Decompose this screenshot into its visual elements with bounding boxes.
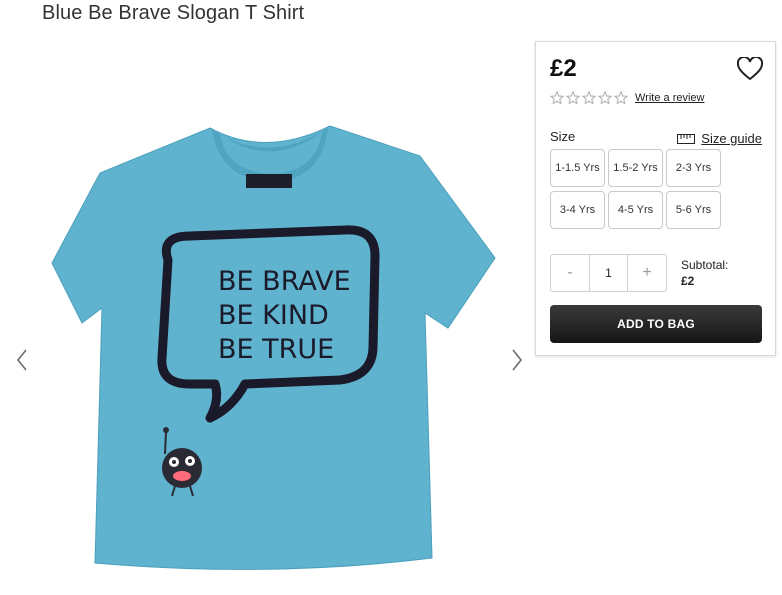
shirt-slogan-line-3: BE TRUE (218, 334, 334, 365)
size-guide-link[interactable]: Size guide (677, 131, 762, 146)
size-options: 1-1.5 Yrs 1.5-2 Yrs 2-3 Yrs 3-4 Yrs 4-5 … (550, 149, 726, 233)
star-icon[interactable] (598, 91, 612, 105)
star-icon[interactable] (566, 91, 580, 105)
chevron-left-icon (17, 349, 27, 371)
ruler-icon (677, 133, 696, 144)
quantity-increase-button[interactable]: + (628, 255, 666, 291)
subtotal-value: £2 (681, 274, 695, 288)
star-icon[interactable] (614, 91, 628, 105)
heart-icon[interactable] (737, 57, 763, 81)
size-label: Size (550, 129, 576, 144)
star-icon[interactable] (582, 91, 596, 105)
gallery-next-button[interactable] (509, 346, 525, 374)
subtotal-label: Subtotal: (681, 258, 729, 272)
shirt-slogan-line-2: BE KIND (218, 300, 329, 331)
product-price: £2 (550, 55, 577, 82)
size-option-1.5-2[interactable]: 1.5-2 Yrs (608, 149, 663, 187)
write-review-link[interactable]: Write a review (635, 92, 704, 104)
rating-row: Write a review (550, 91, 704, 105)
product-title: Blue Be Brave Slogan T Shirt (42, 2, 305, 24)
size-option-1-1.5[interactable]: 1-1.5 Yrs (550, 149, 605, 187)
quantity-stepper: - 1 + (550, 254, 667, 292)
purchase-panel: £2 Write a review Size Size guide 1-1.5 … (535, 41, 776, 356)
size-option-4-5[interactable]: 4-5 Yrs (608, 191, 663, 229)
shirt-slogan-line-1: BE BRAVE (218, 266, 351, 297)
size-option-5-6[interactable]: 5-6 Yrs (666, 191, 721, 229)
size-option-2-3[interactable]: 2-3 Yrs (666, 149, 721, 187)
quantity-decrease-button[interactable]: - (551, 255, 589, 291)
product-gallery: BE BRAVE BE KIND BE TRUE (0, 110, 535, 595)
chevron-right-icon (512, 349, 522, 371)
star-icon[interactable] (550, 91, 564, 105)
subtotal: Subtotal: £2 (681, 257, 728, 289)
product-image: BE BRAVE BE KIND BE TRUE (51, 125, 496, 570)
size-guide-label: Size guide (701, 131, 762, 146)
gallery-prev-button[interactable] (14, 346, 30, 374)
size-option-3-4[interactable]: 3-4 Yrs (550, 191, 605, 229)
quantity-input[interactable]: 1 (589, 255, 628, 291)
add-to-bag-button[interactable]: ADD TO BAG (550, 305, 762, 343)
